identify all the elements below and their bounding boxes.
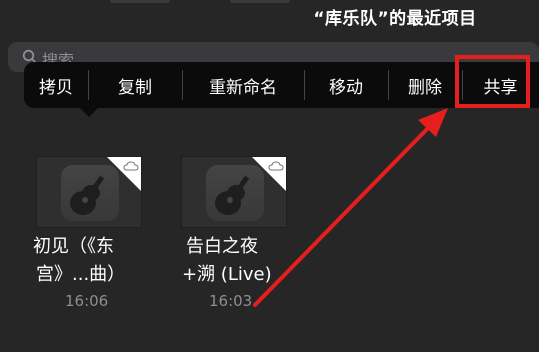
annotation-arrow: [253, 108, 448, 307]
